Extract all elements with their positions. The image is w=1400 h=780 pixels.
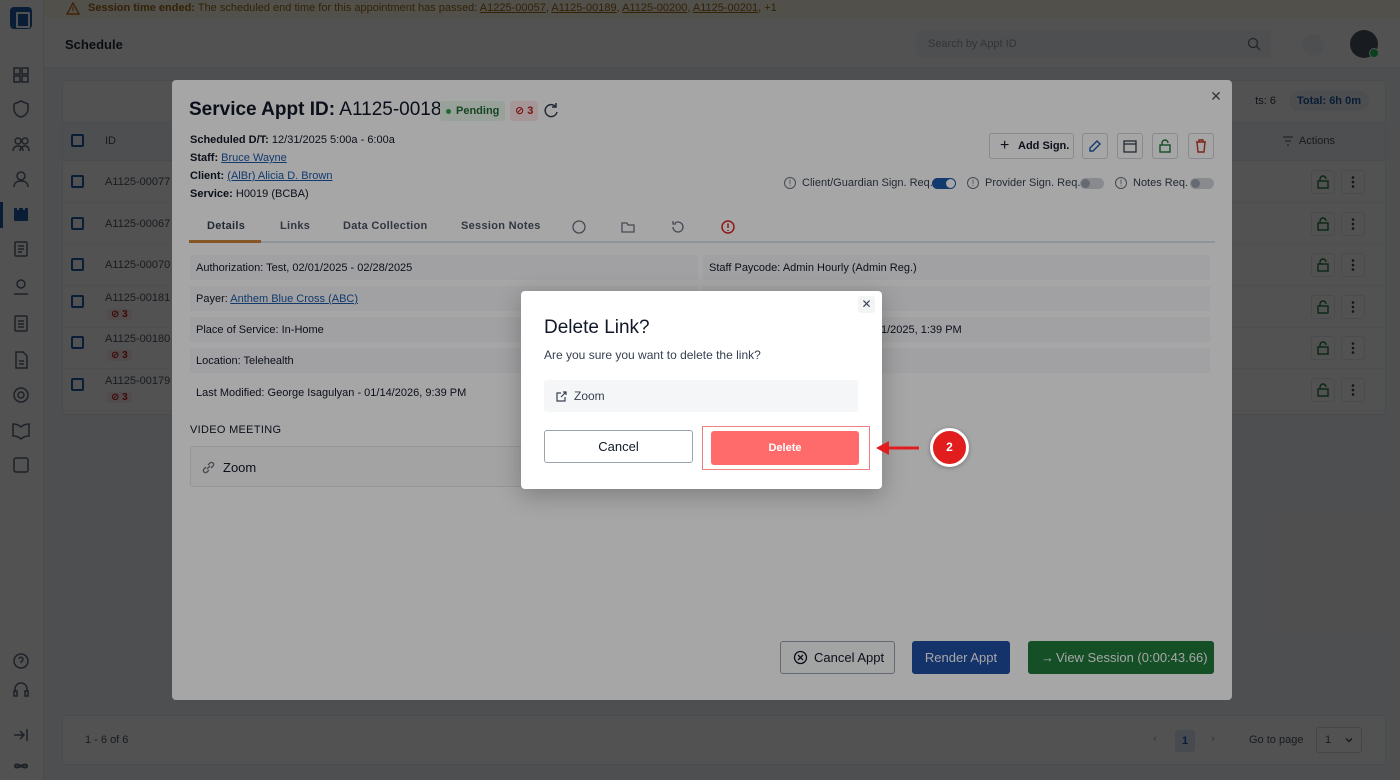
cancel-button[interactable]: Cancel <box>544 430 693 463</box>
link-preview: Zoom <box>544 380 858 412</box>
step-badge: 2 <box>930 428 969 467</box>
close-icon[interactable]: ✕ <box>858 296 875 313</box>
link-preview-text: Zoom <box>574 389 605 403</box>
external-link-icon <box>556 391 567 402</box>
delete-link-dialog: ✕ Delete Link? Are you sure you want to … <box>521 291 882 489</box>
dialog-message: Are you sure you want to delete the link… <box>544 348 761 362</box>
dialog-title: Delete Link? <box>544 317 650 338</box>
annotation-arrow-icon <box>876 441 919 455</box>
delete-button[interactable]: Delete <box>711 431 859 465</box>
